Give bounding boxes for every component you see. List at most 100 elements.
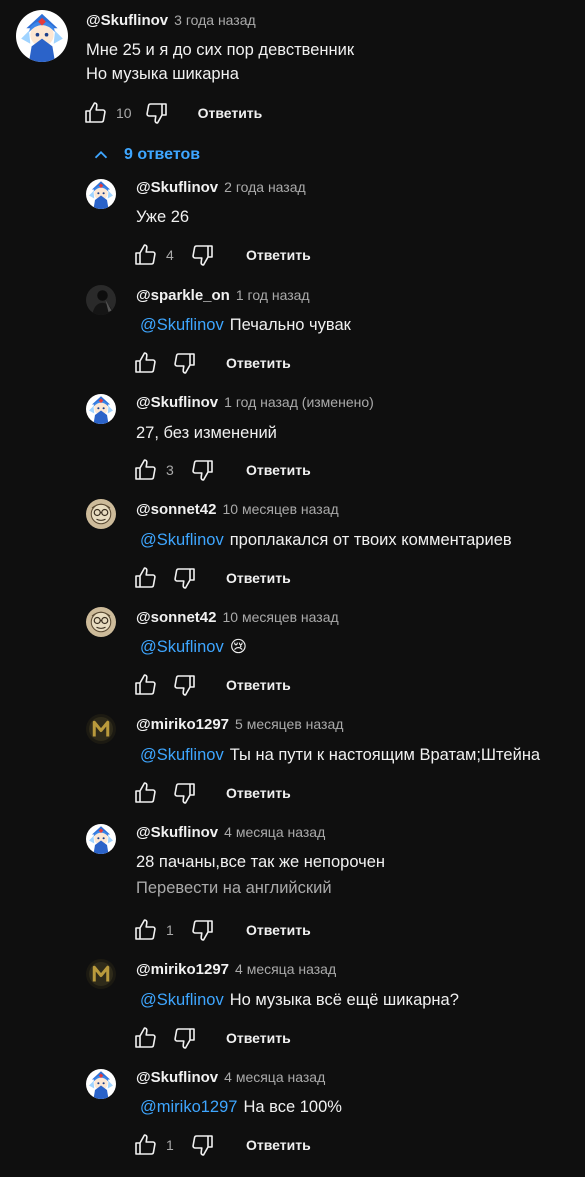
like-button[interactable] — [132, 672, 158, 698]
reply-time[interactable]: 5 месяцев назад — [235, 716, 343, 732]
reply-actions: Ответить — [132, 348, 291, 378]
reply-button[interactable]: Ответить — [246, 922, 311, 938]
reply-text-content: Уже 26 — [136, 208, 190, 226]
reply-time[interactable]: 1 год назад — [236, 287, 310, 303]
like-button[interactable] — [132, 1132, 158, 1158]
mention-link[interactable]: @Skuflinov — [140, 316, 224, 334]
avatar[interactable] — [86, 607, 116, 637]
like-button[interactable] — [132, 242, 158, 268]
comment-header: @Skuflinov 3 года назад — [86, 12, 256, 30]
comment-author[interactable]: @Skuflinov — [86, 12, 168, 29]
avatar-image — [86, 959, 116, 989]
reply-button[interactable]: Ответить — [198, 105, 263, 121]
reply-author[interactable]: @Skuflinov — [136, 1069, 218, 1086]
reply-text: Уже 26 — [136, 204, 189, 230]
reply-button[interactable]: Ответить — [246, 247, 311, 263]
reply-text-content: Но музыка всё ещё шикарна? — [229, 991, 459, 1009]
reply-button[interactable]: Ответить — [226, 677, 291, 693]
reply-text-content: проплакался от твоих комментариев — [229, 531, 512, 549]
mention-link[interactable]: @Skuflinov — [140, 991, 224, 1009]
dislike-button[interactable] — [172, 780, 198, 806]
like-count: 4 — [166, 247, 174, 263]
mention-link[interactable]: @miriko1297 — [140, 1098, 237, 1116]
avatar[interactable] — [16, 10, 68, 62]
dislike-button[interactable] — [172, 1025, 198, 1051]
avatar-image — [86, 607, 116, 637]
dislike-button[interactable] — [190, 1132, 216, 1158]
reply-text: @Skuflinov 😢 — [140, 634, 247, 660]
like-button[interactable] — [82, 100, 108, 126]
reply-author[interactable]: @sonnet42 — [136, 501, 216, 518]
avatar[interactable] — [86, 394, 116, 424]
reply-text: 27, без изменений — [136, 420, 277, 446]
like-button[interactable] — [132, 457, 158, 483]
thumb-up-icon — [133, 781, 157, 805]
avatar-image — [86, 394, 116, 424]
chevron-up-icon — [94, 150, 108, 159]
reply-button[interactable]: Ответить — [226, 570, 291, 586]
reply-button[interactable]: Ответить — [246, 1137, 311, 1153]
reply-time[interactable]: 4 месяца назад — [224, 824, 325, 840]
reply-time[interactable]: 1 год назад (изменено) — [224, 394, 374, 410]
dislike-button[interactable] — [144, 100, 170, 126]
reply-author[interactable]: @sonnet42 — [136, 609, 216, 626]
mention-link[interactable]: @Skuflinov — [140, 638, 224, 656]
comment-time[interactable]: 3 года назад — [174, 12, 256, 28]
reply-time[interactable]: 4 месяца назад — [224, 1069, 325, 1085]
dislike-button[interactable] — [172, 350, 198, 376]
thumb-down-icon — [145, 101, 169, 125]
reply-header: @Skuflinov 2 года назад — [136, 179, 306, 197]
thumb-down-icon — [173, 673, 197, 697]
avatar[interactable] — [86, 179, 116, 209]
reply-author[interactable]: @sparkle_on — [136, 287, 230, 304]
avatar-image — [86, 499, 116, 529]
like-button[interactable] — [132, 1025, 158, 1051]
dislike-button[interactable] — [190, 917, 216, 943]
reply-button[interactable]: Ответить — [226, 1030, 291, 1046]
like-button[interactable] — [132, 917, 158, 943]
replies-toggle-button[interactable]: 9 ответов — [90, 143, 200, 167]
reply-author[interactable]: @miriko1297 — [136, 716, 229, 733]
like-button[interactable] — [132, 780, 158, 806]
dislike-button[interactable] — [172, 672, 198, 698]
reply-author[interactable]: @Skuflinov — [136, 394, 218, 411]
avatar[interactable] — [86, 1069, 116, 1099]
reply-text: @Skuflinov Но музыка всё ещё шикарна? — [140, 987, 459, 1013]
like-count: 3 — [166, 462, 174, 478]
reply-author[interactable]: @Skuflinov — [136, 824, 218, 841]
translate-link[interactable]: Перевести на английский — [136, 879, 332, 898]
reply-time[interactable]: 10 месяцев назад — [222, 609, 338, 625]
thumb-up-icon — [133, 458, 157, 482]
comment-text-line: Мне 25 и я до сих пор девственник — [86, 41, 355, 59]
reply-time[interactable]: 4 месяца назад — [235, 961, 336, 977]
reply-author[interactable]: @miriko1297 — [136, 961, 229, 978]
dislike-button[interactable] — [190, 242, 216, 268]
thumb-down-icon — [173, 566, 197, 590]
reply-button[interactable]: Ответить — [226, 355, 291, 371]
avatar[interactable] — [86, 285, 116, 315]
reply-time[interactable]: 10 месяцев назад — [222, 501, 338, 517]
reply-button[interactable]: Ответить — [246, 462, 311, 478]
reply-header: @miriko1297 4 месяца назад — [136, 961, 336, 979]
mention-link[interactable]: @Skuflinov — [140, 531, 224, 549]
avatar[interactable] — [86, 499, 116, 529]
reply-text-content: Ты на пути к настоящим Вратам;Штейна — [229, 746, 541, 764]
reply-button[interactable]: Ответить — [226, 785, 291, 801]
avatar[interactable] — [86, 959, 116, 989]
like-button[interactable] — [132, 350, 158, 376]
dislike-button[interactable] — [190, 457, 216, 483]
reply-header: @sonnet42 10 месяцев назад — [136, 501, 339, 519]
reply-header: @miriko1297 5 месяцев назад — [136, 716, 343, 734]
like-button[interactable] — [132, 565, 158, 591]
reply-time[interactable]: 2 года назад — [224, 179, 306, 195]
reply-author[interactable]: @Skuflinov — [136, 179, 218, 196]
reply-text: @Skuflinov Ты на пути к настоящим Вратам;… — [140, 742, 540, 768]
reply-text-content: 😢 — [229, 638, 247, 656]
thumb-down-icon — [173, 781, 197, 805]
avatar-image — [16, 10, 68, 62]
avatar[interactable] — [86, 824, 116, 854]
thumb-down-icon — [173, 351, 197, 375]
mention-link[interactable]: @Skuflinov — [140, 746, 224, 764]
avatar[interactable] — [86, 714, 116, 744]
dislike-button[interactable] — [172, 565, 198, 591]
